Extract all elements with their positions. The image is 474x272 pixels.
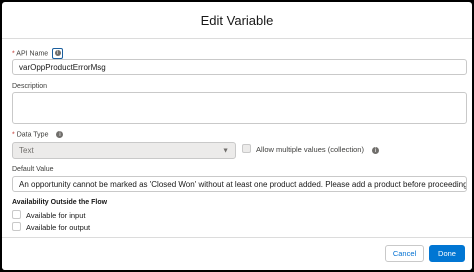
- available-for-input-label: Available for input: [26, 211, 86, 220]
- api-name-value: varOppProductErrorMsg: [19, 62, 106, 72]
- description-textarea[interactable]: [12, 92, 467, 124]
- info-icon[interactable]: i: [372, 146, 380, 154]
- data-type-label: * Data Type i: [12, 131, 64, 139]
- api-name-label-text: API Name: [16, 50, 49, 58]
- available-for-input-checkbox[interactable]: [12, 210, 21, 219]
- modal-footer: Cancel Done: [2, 237, 472, 270]
- collection-label: Allow multiple values (collection) i: [256, 145, 380, 154]
- required-marker: *: [12, 50, 15, 58]
- data-type-select[interactable]: Text ▼: [12, 142, 236, 159]
- edit-variable-modal: Edit Variable * API Name i varOppProduct…: [2, 2, 472, 270]
- chevron-down-icon: ▼: [222, 147, 229, 154]
- available-for-output-checkbox[interactable]: [12, 222, 21, 231]
- done-button[interactable]: Done: [429, 245, 465, 262]
- cancel-button[interactable]: Cancel: [385, 245, 424, 262]
- available-for-output-label: Available for output: [26, 223, 91, 232]
- collection-checkbox[interactable]: [242, 144, 251, 153]
- description-label: Description: [12, 83, 48, 90]
- info-icon[interactable]: i: [56, 131, 64, 138]
- availability-heading: Availability Outside the Flow: [12, 199, 108, 206]
- info-icon[interactable]: i: [52, 48, 64, 59]
- info-icon-glyph: i: [54, 50, 61, 57]
- api-name-input[interactable]: varOppProductErrorMsg: [12, 59, 467, 75]
- modal-header: Edit Variable: [2, 2, 472, 39]
- data-type-value: Text: [19, 146, 34, 155]
- collection-label-text: Allow multiple values (collection): [256, 145, 364, 154]
- modal-title: Edit Variable: [200, 12, 274, 28]
- required-marker: *: [12, 131, 15, 139]
- data-type-label-text: Data Type: [16, 131, 49, 139]
- modal-body: * API Name i varOppProductErrorMsg Descr…: [2, 39, 472, 238]
- default-value-text: An opportunity cannot be marked as 'Clos…: [19, 179, 467, 189]
- default-value-label: Default Value: [12, 166, 54, 173]
- default-value-input[interactable]: An opportunity cannot be marked as 'Clos…: [12, 176, 467, 192]
- api-name-label: * API Name i: [12, 48, 64, 59]
